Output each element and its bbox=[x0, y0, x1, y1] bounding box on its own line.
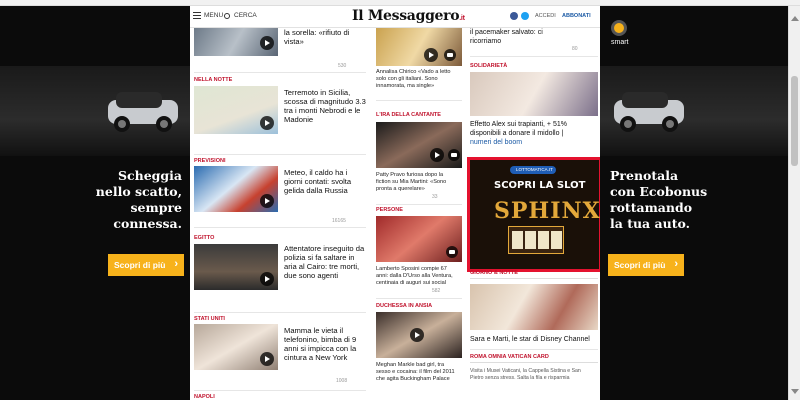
scroll-up-icon[interactable] bbox=[791, 16, 799, 21]
article-thumbnail[interactable] bbox=[470, 72, 598, 116]
camera-icon[interactable] bbox=[444, 49, 456, 61]
divider bbox=[470, 349, 598, 350]
section-label[interactable]: NELLA NOTTE bbox=[194, 77, 232, 83]
section-label[interactable]: DUCHESSA IN ANSIA bbox=[376, 303, 432, 309]
play-icon[interactable] bbox=[260, 272, 274, 286]
article-title[interactable]: Lamberto Sposini compie 67 anni: dalla D'… bbox=[376, 266, 453, 287]
article-title[interactable]: Sara e Marti, le star di Disney Channel bbox=[470, 335, 590, 344]
share-count: 530 bbox=[338, 63, 347, 69]
lottomatica-logo: LOTTOMATICA.IT bbox=[510, 166, 556, 174]
right-ad-banner[interactable]: smart Prenotala con Ecobonus rottamando … bbox=[600, 6, 788, 400]
search-icon bbox=[224, 12, 230, 19]
divider bbox=[470, 362, 598, 363]
login-link[interactable]: ACCEDI bbox=[535, 13, 556, 19]
scopri-button-right[interactable]: Scopri di più › bbox=[608, 254, 684, 276]
article-title[interactable]: Attentatore inseguito da polizia si fa sa… bbox=[284, 244, 364, 280]
share-count: 33 bbox=[432, 194, 438, 200]
scrollbar[interactable] bbox=[788, 6, 800, 400]
share-count: 16165 bbox=[332, 218, 346, 224]
article-title[interactable]: Terremoto in Sicilia, scossa di magnitudo… bbox=[284, 88, 366, 124]
article-title[interactable]: Effetto Alex sui trapianti, + 51% disponi… bbox=[470, 120, 567, 147]
lottomatica-ad[interactable]: LOTTOMATICA.IT SCOPRI LA SLOT SPHINX bbox=[467, 157, 600, 272]
article-title[interactable]: Patty Pravo furiosa dopo la fiction su Mi… bbox=[376, 172, 446, 193]
play-icon[interactable] bbox=[260, 194, 274, 208]
section-label[interactable]: ROMA OMNIA VATICAN CARD bbox=[470, 354, 549, 360]
left-ad-banner[interactable]: Scheggia nello scatto, sempre connessa. … bbox=[0, 6, 190, 400]
section-label[interactable]: GIORNO & NOTTE bbox=[470, 270, 518, 276]
scrollbar-thumb[interactable] bbox=[791, 76, 798, 166]
camera-icon[interactable] bbox=[446, 246, 458, 258]
chevron-right-icon: › bbox=[174, 258, 178, 270]
section-label[interactable]: PERSONE bbox=[376, 207, 403, 213]
share-count: 80 bbox=[572, 46, 578, 52]
site-logo[interactable]: Il Messaggero.it bbox=[352, 8, 465, 24]
share-count: 582 bbox=[432, 288, 441, 294]
facebook-icon[interactable] bbox=[510, 12, 518, 20]
ad-right-text: Prenotala con Ecobonus rottamando la tua… bbox=[610, 168, 708, 231]
play-icon[interactable] bbox=[260, 352, 274, 366]
article-title[interactable]: la sorella: «rifiuto di vista» bbox=[284, 28, 349, 46]
article-title[interactable]: Meteo, il caldo ha i giorni contati: svol… bbox=[284, 168, 351, 195]
hamburger-icon bbox=[193, 12, 201, 19]
scroll-down-icon[interactable] bbox=[791, 389, 799, 394]
menu-button[interactable]: MENU bbox=[193, 12, 223, 19]
divider bbox=[194, 390, 366, 391]
main-content: MENU CERCA Il Messaggero.it ACCEDI ABBON… bbox=[190, 6, 600, 400]
scopri-button-left[interactable]: Scopri di più › bbox=[108, 254, 184, 276]
site-header: MENU CERCA Il Messaggero.it ACCEDI ABBON… bbox=[190, 6, 600, 28]
play-icon[interactable] bbox=[410, 328, 424, 342]
divider bbox=[376, 100, 462, 101]
article-thumbnail[interactable] bbox=[470, 284, 598, 330]
car-image bbox=[614, 92, 684, 132]
article-thumbnail[interactable] bbox=[194, 86, 278, 134]
article-title[interactable]: Mamma le vieta il telefonino, bimba di 9a… bbox=[284, 326, 356, 362]
section-label[interactable]: NAPOLI bbox=[194, 394, 215, 400]
smart-logo: smart bbox=[611, 20, 629, 46]
article-title[interactable]: il pacemaker salvato: ci ricorriamo bbox=[470, 28, 543, 46]
article-thumbnail[interactable] bbox=[194, 244, 278, 290]
ad-left-text: Scheggia nello scatto, sempre connessa. bbox=[95, 168, 182, 231]
article-thumbnail[interactable] bbox=[376, 216, 462, 262]
divider bbox=[194, 72, 366, 73]
article-thumbnail[interactable] bbox=[376, 312, 462, 358]
article-title[interactable]: Meghan Markle bad girl, tra sesso e cocai… bbox=[376, 362, 455, 383]
promo-title: SCOPRI LA SLOT bbox=[494, 180, 586, 191]
play-icon[interactable] bbox=[424, 48, 438, 62]
article-thumbnail[interactable] bbox=[376, 28, 462, 66]
divider bbox=[470, 278, 598, 279]
section-label[interactable]: EGITTO bbox=[194, 235, 214, 241]
search-button[interactable]: CERCA bbox=[224, 12, 257, 19]
social-icons bbox=[510, 12, 529, 20]
play-icon[interactable] bbox=[430, 148, 444, 162]
twitter-icon[interactable] bbox=[521, 12, 529, 20]
section-label[interactable]: L'IRA DELLA CANTANTE bbox=[376, 112, 441, 118]
article-title[interactable]: Annalisa Chirico «Vado a letto solo con g… bbox=[376, 69, 451, 90]
divider bbox=[470, 56, 598, 57]
play-icon[interactable] bbox=[260, 36, 274, 50]
article-thumbnail[interactable] bbox=[194, 166, 278, 212]
article-thumbnail[interactable] bbox=[194, 28, 278, 56]
divider bbox=[376, 298, 462, 299]
promo-game-title: SPHINX bbox=[494, 198, 600, 224]
play-icon[interactable] bbox=[260, 116, 274, 130]
article-thumbnail[interactable] bbox=[376, 122, 462, 168]
chevron-right-icon: › bbox=[674, 258, 678, 270]
section-label[interactable]: SOLIDARIETÀ bbox=[470, 63, 507, 69]
divider bbox=[194, 227, 366, 228]
subscribe-link[interactable]: ABBONATI bbox=[562, 13, 591, 19]
divider bbox=[194, 154, 366, 155]
section-label[interactable]: STATI UNITI bbox=[194, 316, 225, 322]
article-thumbnail[interactable] bbox=[194, 324, 278, 370]
slot-machine-image bbox=[508, 226, 564, 254]
divider bbox=[194, 312, 366, 313]
divider bbox=[376, 204, 462, 205]
camera-icon[interactable] bbox=[448, 149, 460, 161]
car-image bbox=[108, 92, 178, 132]
share-count: 1008 bbox=[336, 378, 348, 384]
section-label[interactable]: PREVISIONI bbox=[194, 158, 225, 164]
article-title[interactable]: Visita i Musei Vaticani, la Cappella Sis… bbox=[470, 368, 581, 382]
